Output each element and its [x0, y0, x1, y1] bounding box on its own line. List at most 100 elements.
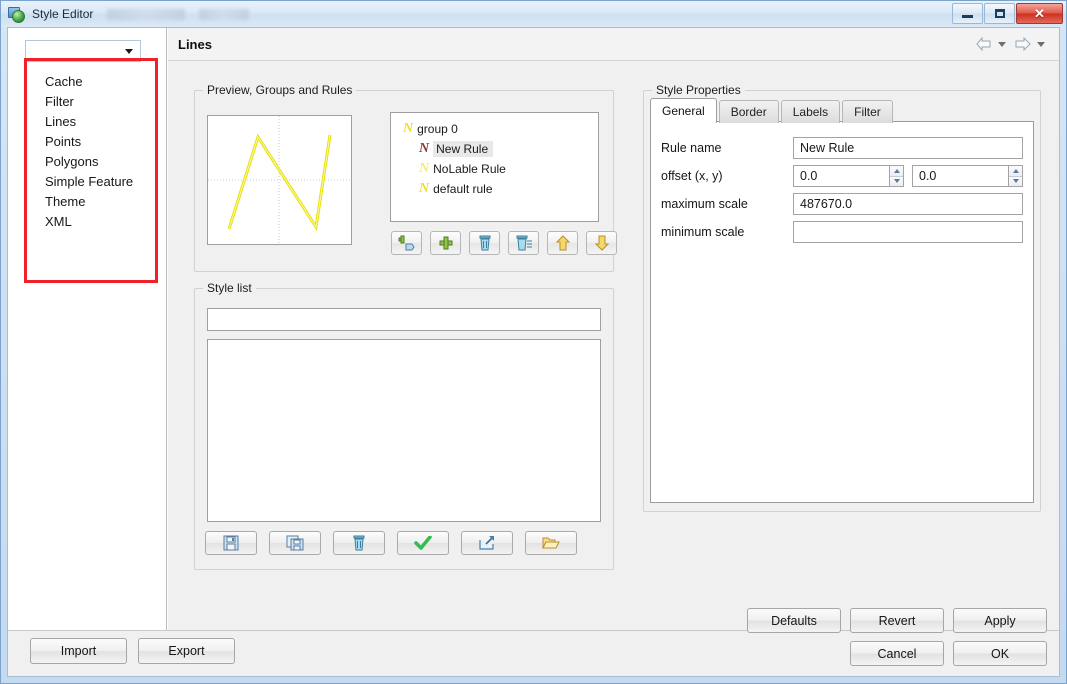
delete-rule-button[interactable]	[469, 231, 500, 255]
offset-x-input[interactable]: 0.0	[793, 165, 889, 187]
tab-label: General	[662, 104, 705, 118]
forward-history-chevron-down-icon[interactable]	[1037, 41, 1045, 47]
caret-up-icon	[1012, 168, 1019, 173]
close-button[interactable]: ✕	[1016, 3, 1063, 24]
minimum-scale-label: minimum scale	[661, 225, 745, 239]
maximize-button[interactable]	[984, 3, 1015, 24]
window-title: Style Editor	[32, 7, 94, 21]
back-button[interactable]	[974, 34, 994, 54]
minimum-scale-input[interactable]	[793, 221, 1023, 243]
sidebar-item-simple-feature[interactable]: Simple Feature	[30, 172, 155, 192]
apply-button[interactable]: Apply	[953, 608, 1047, 633]
category-list: Cache Filter Lines Points Polygons Simpl…	[30, 72, 155, 232]
tab-filter[interactable]: Filter	[842, 100, 893, 123]
tree-item-nolable-rule[interactable]: N NoLable Rule	[391, 159, 598, 179]
tab-labels[interactable]: Labels	[780, 100, 841, 123]
style-list-panel: Style list	[194, 281, 614, 570]
sidebar-item-polygons[interactable]: Polygons	[30, 152, 155, 172]
tree-item-default-rule[interactable]: N default rule	[391, 179, 598, 199]
revert-button[interactable]: Revert	[850, 608, 944, 633]
minimize-icon	[962, 15, 973, 18]
category-combobox[interactable]	[25, 40, 141, 62]
dialog-buttons-row-1: Defaults Revert Apply	[747, 608, 1047, 633]
delete-style-button[interactable]	[333, 531, 385, 555]
save-as-style-button[interactable]	[269, 531, 321, 555]
style-list-toolbar	[205, 531, 577, 555]
rule-name-input[interactable]: New Rule	[793, 137, 1023, 159]
delete-all-button[interactable]	[508, 231, 539, 255]
tab-label: Labels	[792, 105, 829, 119]
style-name-input[interactable]	[207, 308, 601, 331]
offset-x-stepper[interactable]: 0.0	[793, 165, 904, 187]
style-list-box[interactable]	[207, 339, 601, 522]
sidebar-item-points[interactable]: Points	[30, 132, 155, 152]
rules-tree[interactable]: N group 0 N New Rule N NoLable Rule N de…	[390, 112, 599, 222]
arrow-up-icon	[555, 235, 570, 251]
style-properties-title: Style Properties	[652, 83, 745, 97]
preview-n-shape	[208, 116, 351, 244]
arrow-right-icon	[1015, 37, 1031, 51]
general-tab-body: Rule name New Rule offset (x, y) 0.0 0.0…	[650, 121, 1034, 503]
folder-open-icon	[542, 537, 560, 549]
save-style-button[interactable]	[205, 531, 257, 555]
dialog-buttons-row-2: Cancel OK	[747, 641, 1047, 666]
offset-x-spin-buttons[interactable]	[889, 165, 904, 187]
sidebar-item-filter[interactable]: Filter	[30, 92, 155, 112]
tab-border[interactable]: Border	[718, 100, 779, 123]
rule-n-icon: N	[419, 161, 430, 176]
sidebar-item-label: Simple Feature	[45, 174, 134, 189]
sidebar-item-xml[interactable]: XML	[30, 212, 155, 232]
cancel-button[interactable]: Cancel	[850, 641, 944, 666]
add-group-button[interactable]	[391, 231, 422, 255]
rule-name-label: Rule name	[661, 141, 722, 155]
style-list-title: Style list	[203, 281, 256, 295]
redacted-title-text-1	[107, 8, 186, 20]
export-icon	[479, 536, 494, 550]
preview-canvas[interactable]	[207, 115, 352, 245]
rule-n-icon: N	[419, 181, 430, 196]
export-button[interactable]: Export	[138, 638, 235, 664]
offset-x-increment-button[interactable]	[890, 166, 903, 177]
maximum-scale-value: 487670.0	[800, 197, 853, 211]
client-area: Cache Filter Lines Points Polygons Simpl…	[7, 27, 1060, 677]
offset-y-increment-button[interactable]	[1009, 166, 1022, 177]
sidebar-item-theme[interactable]: Theme	[30, 192, 155, 212]
add-rule-button[interactable]	[430, 231, 461, 255]
floppy-icon	[223, 535, 239, 551]
offset-y-spin-buttons[interactable]	[1008, 165, 1023, 187]
minimum-scale-row: minimum scale	[661, 220, 1023, 244]
chevron-down-icon	[125, 48, 133, 54]
back-history-chevron-down-icon[interactable]	[998, 41, 1006, 47]
forward-button[interactable]	[1013, 34, 1033, 54]
offset-y-stepper[interactable]: 0.0	[912, 165, 1023, 187]
import-export-group: Import Export	[30, 638, 235, 664]
rule-n-icon: N	[419, 141, 430, 156]
minimize-button[interactable]	[952, 3, 983, 24]
defaults-button[interactable]: Defaults	[747, 608, 841, 633]
arrow-down-icon	[594, 235, 609, 251]
open-style-button[interactable]	[525, 531, 577, 555]
ok-button[interactable]: OK	[953, 641, 1047, 666]
sidebar-item-lines[interactable]: Lines	[30, 112, 155, 132]
offset-label: offset (x, y)	[661, 169, 723, 183]
offset-y-decrement-button[interactable]	[1009, 176, 1022, 186]
tree-item-group-0[interactable]: N group 0	[391, 119, 598, 139]
offset-x-decrement-button[interactable]	[890, 176, 903, 186]
sidebar-item-cache[interactable]: Cache	[30, 72, 155, 92]
preview-groups-rules-panel: Preview, Groups and Rules N group 0 N Ne…	[194, 83, 617, 272]
move-up-button[interactable]	[547, 231, 578, 255]
export-style-button[interactable]	[461, 531, 513, 555]
apply-style-button[interactable]	[397, 531, 449, 555]
title-bar: Style Editor ✕	[1, 1, 1066, 27]
offset-x-value: 0.0	[800, 169, 818, 183]
trash-icon	[479, 235, 490, 251]
tab-general[interactable]: General	[650, 98, 717, 123]
tree-item-new-rule[interactable]: N New Rule	[391, 139, 598, 159]
move-down-button[interactable]	[586, 231, 617, 255]
offset-y-input[interactable]: 0.0	[912, 165, 1008, 187]
redacted-title-text-2	[199, 8, 250, 20]
maximum-scale-input[interactable]: 487670.0	[793, 193, 1023, 215]
import-button[interactable]: Import	[30, 638, 127, 664]
caret-down-icon	[1012, 179, 1019, 184]
navigation-history	[974, 34, 1049, 54]
